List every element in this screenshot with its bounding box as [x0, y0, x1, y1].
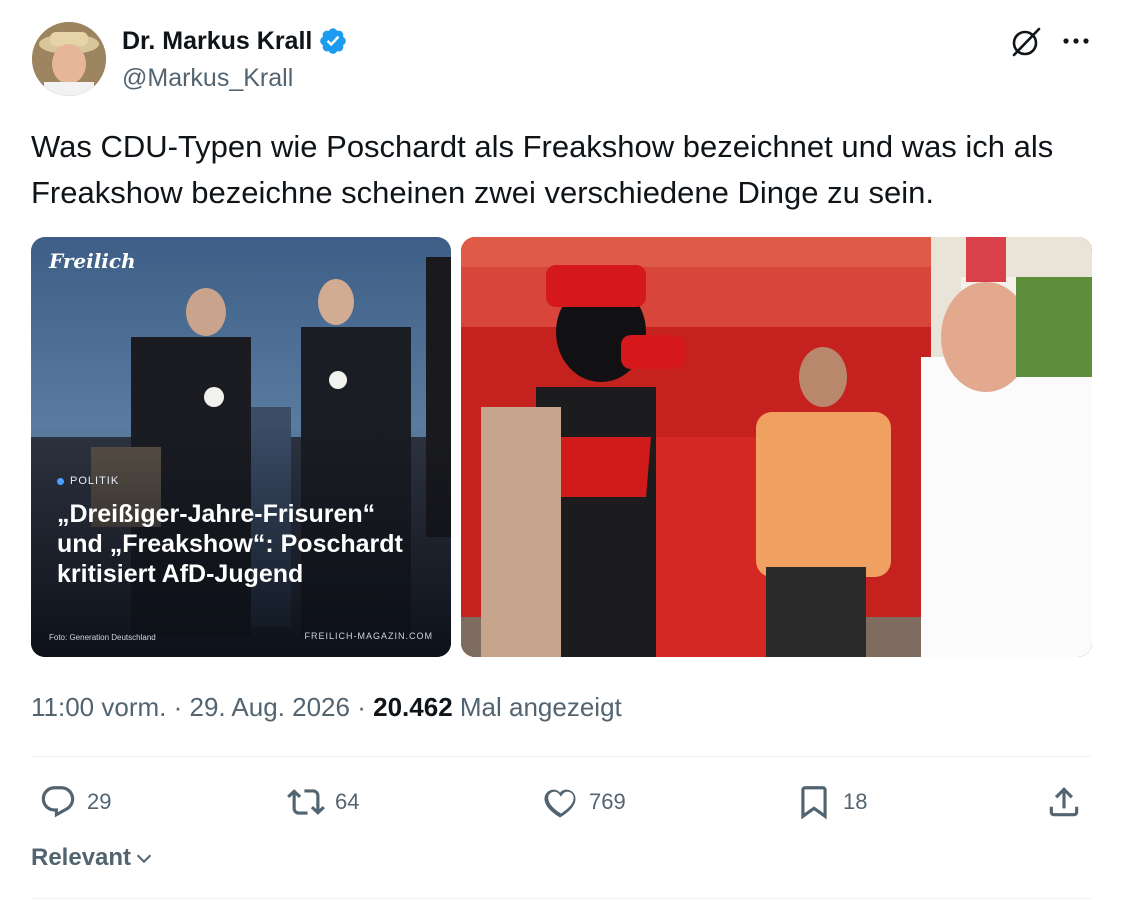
author-handle[interactable]: @Markus_Krall — [122, 62, 293, 94]
verified-badge-icon[interactable] — [318, 26, 348, 56]
media-image-right-graphic — [461, 237, 1092, 657]
like-count: 769 — [589, 789, 626, 814]
photo-credit: Foto: Generation Deutschland — [49, 633, 156, 642]
share-button[interactable] — [1045, 780, 1083, 824]
tweet-text: Was CDU-Typen wie Poschardt als Freaksho… — [31, 129, 1054, 210]
article-site: FREILICH-MAGAZIN.COM — [304, 631, 433, 641]
views-label: Mal angezeigt — [459, 692, 622, 722]
retweet-icon — [287, 789, 325, 815]
media-image-left[interactable]: Freilich POLITIK „Dreißiger-Jahre-Frisur… — [31, 237, 451, 657]
author-name-row[interactable]: Dr. Markus Krall — [122, 26, 348, 56]
divider — [31, 756, 1092, 757]
article-headline: „Dreißiger-Jahre-Frisuren“ und „Freaksho… — [57, 500, 403, 588]
sort-relevant-button[interactable]: Relevant — [31, 844, 155, 872]
avatar-image — [32, 22, 106, 96]
grok-icon[interactable] — [1008, 24, 1044, 60]
like-button[interactable]: 769 — [541, 780, 626, 824]
tweet-date[interactable]: 29. Aug. 2026 — [190, 692, 350, 722]
reply-button[interactable]: 29 — [39, 780, 111, 824]
bookmark-count: 18 — [843, 789, 868, 814]
media-image-right[interactable] — [461, 237, 1092, 657]
reply-icon — [41, 786, 75, 818]
category-label: POLITIK — [70, 475, 120, 487]
tweet-meta: 11:00 vorm. · 29. Aug. 2026 · 20.462 Mal… — [31, 690, 622, 724]
retweet-count: 64 — [335, 789, 360, 814]
meta-separator: · — [357, 692, 366, 722]
bookmark-button[interactable]: 18 — [795, 780, 867, 824]
category-dot-icon — [57, 477, 64, 485]
tweet-time[interactable]: 11:00 vorm. — [31, 692, 166, 722]
heart-icon — [544, 789, 576, 818]
article-category: POLITIK — [57, 475, 119, 487]
sort-label: Relevant — [31, 844, 132, 871]
retweet-button[interactable]: 64 — [287, 780, 359, 824]
chevron-down-icon — [136, 854, 152, 864]
reply-count: 29 — [87, 789, 112, 814]
share-icon — [1049, 787, 1079, 817]
more-icon[interactable] — [1058, 26, 1094, 56]
author-display-name[interactable]: Dr. Markus Krall — [122, 26, 312, 56]
media-image-left-graphic — [31, 237, 451, 657]
meta-separator: · — [173, 692, 183, 722]
action-bar: 29 64 769 18 — [31, 780, 1092, 824]
divider — [31, 898, 1092, 899]
bookmark-icon — [801, 786, 827, 820]
views-count: 20.462 — [373, 692, 453, 722]
freilich-logo: Freilich — [49, 249, 136, 273]
avatar[interactable] — [32, 22, 106, 96]
